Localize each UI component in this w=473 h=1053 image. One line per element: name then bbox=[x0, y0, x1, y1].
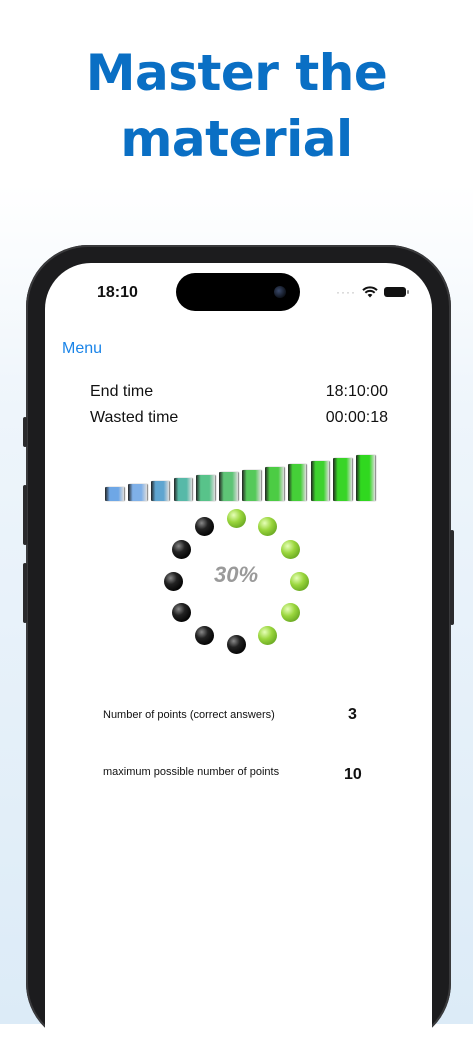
level-bar bbox=[356, 455, 375, 501]
level-bar bbox=[264, 466, 284, 501]
level-bar bbox=[173, 478, 193, 501]
max-points-label: maximum possible number of points bbox=[103, 766, 280, 778]
progress-dot bbox=[281, 540, 301, 559]
volume-up-button bbox=[23, 485, 27, 545]
power-button bbox=[450, 530, 454, 625]
points-label: Number of points (correct answers) bbox=[103, 709, 275, 721]
status-time: 18:10 bbox=[97, 284, 138, 301]
dynamic-island bbox=[176, 273, 300, 311]
level-bar bbox=[242, 469, 261, 501]
headline-line-2: material bbox=[120, 110, 353, 168]
level-bar bbox=[219, 472, 238, 501]
signal-icon: ···· bbox=[336, 285, 356, 299]
level-bar bbox=[127, 484, 147, 501]
level-bar bbox=[196, 475, 216, 501]
max-points-value: 10 bbox=[344, 766, 362, 783]
progress-dot bbox=[226, 508, 246, 528]
progress-ring: 30% bbox=[161, 506, 311, 656]
end-time-value: 18:10:00 bbox=[325, 383, 388, 400]
progress-percent: 30% bbox=[213, 562, 259, 587]
wasted-time-value: 00:00:18 bbox=[325, 409, 388, 426]
level-bar bbox=[333, 457, 353, 501]
points-value: 3 bbox=[348, 706, 357, 723]
phone-frame: 18:10 ···· Menu End time 18:10:00 Wasted… bbox=[23, 245, 454, 1053]
progress-dot bbox=[226, 634, 246, 654]
level-bar bbox=[287, 463, 307, 501]
headline: Master the material bbox=[0, 40, 473, 172]
level-bar bbox=[105, 487, 124, 501]
status-icons: ···· bbox=[336, 284, 409, 300]
progress-dot bbox=[195, 626, 214, 646]
wasted-time-row: Wasted time 00:00:18 bbox=[90, 409, 388, 427]
progress-dot bbox=[281, 603, 301, 622]
battery-icon bbox=[384, 287, 409, 297]
wasted-time-label: Wasted time bbox=[90, 409, 179, 426]
level-bar bbox=[150, 481, 170, 501]
end-time-row: End time 18:10:00 bbox=[90, 383, 388, 401]
level-bar bbox=[310, 460, 330, 501]
action-button bbox=[23, 417, 27, 447]
progress-dot bbox=[171, 540, 191, 559]
end-time-label: End time bbox=[90, 383, 154, 400]
progress-dot bbox=[258, 516, 277, 536]
level-bars bbox=[105, 453, 375, 501]
progress-dot bbox=[195, 516, 214, 536]
headline-line-1: Master the bbox=[85, 44, 388, 102]
wifi-icon bbox=[362, 286, 378, 298]
camera-icon bbox=[274, 286, 286, 298]
volume-down-button bbox=[23, 563, 27, 623]
progress-dot bbox=[171, 603, 191, 622]
progress-dot bbox=[163, 571, 183, 591]
app-screen: 18:10 ···· Menu End time 18:10:00 Wasted… bbox=[45, 263, 432, 1053]
progress-dot bbox=[289, 571, 309, 591]
progress-dot bbox=[258, 626, 277, 646]
menu-button[interactable]: Menu bbox=[62, 340, 102, 358]
